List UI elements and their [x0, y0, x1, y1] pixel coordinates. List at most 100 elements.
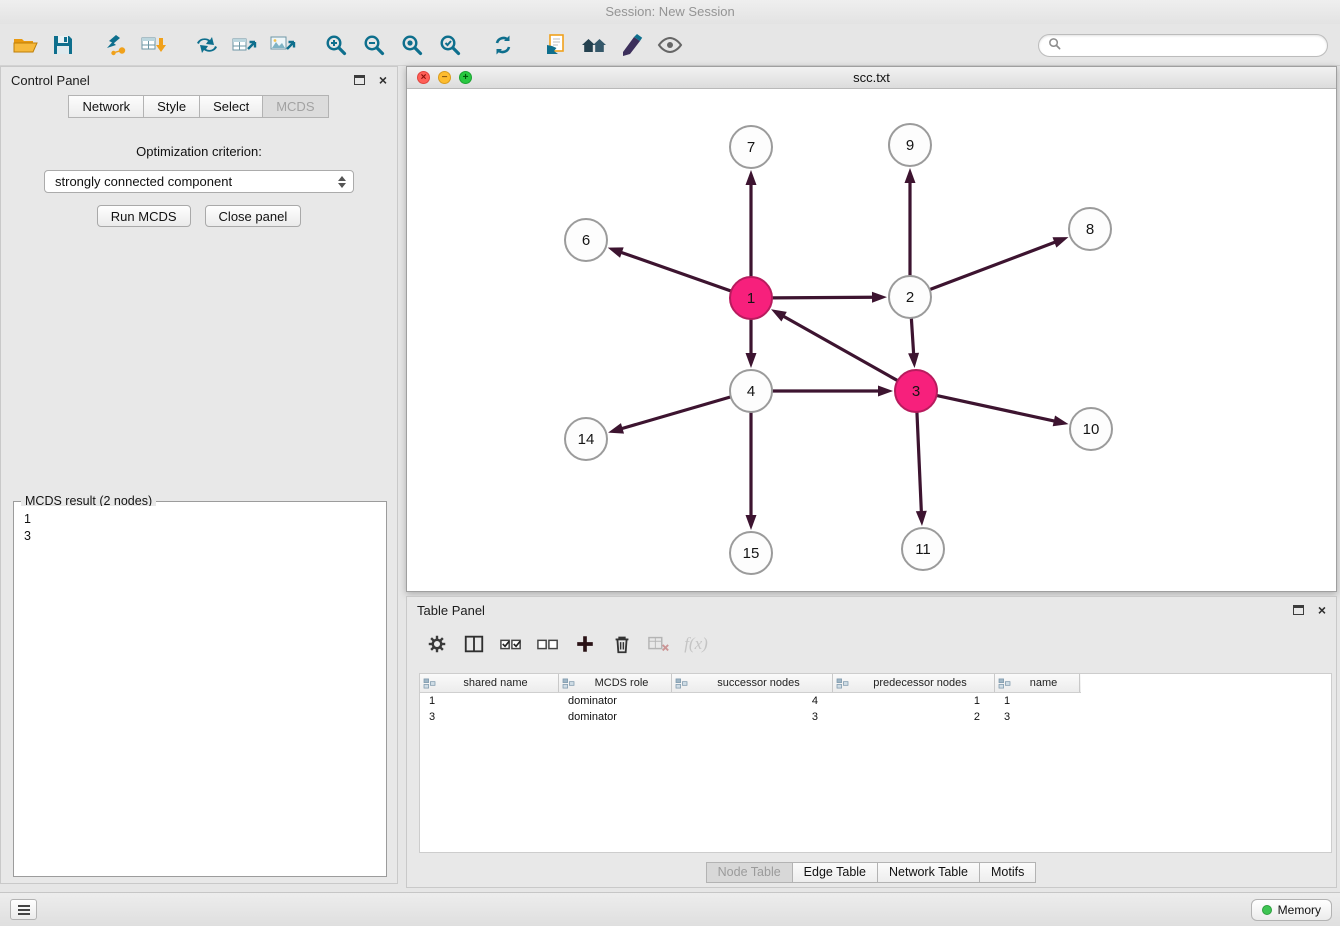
- panel-menu-button[interactable]: [10, 899, 37, 920]
- create-column-icon: [574, 633, 596, 655]
- import-table-icon: [140, 33, 168, 57]
- zoom-fit-icon: [400, 33, 424, 57]
- graph-edge-3-1[interactable]: [784, 317, 897, 381]
- open-session-button[interactable]: [6, 28, 44, 62]
- graph-node-label: 15: [743, 545, 760, 562]
- toolbar-search[interactable]: [1038, 34, 1328, 57]
- graph-edge-arrow-icon: [1053, 416, 1069, 427]
- zoom-fit-button[interactable]: [393, 28, 431, 62]
- home-view-button[interactable]: [575, 28, 613, 62]
- column-header-shared-name[interactable]: shared name: [420, 674, 559, 692]
- duplicate-network-button[interactable]: [537, 28, 575, 62]
- graph-edge-arrow-icon: [908, 353, 919, 368]
- main-toolbar: [0, 24, 1340, 66]
- close-panel-icon[interactable]: ×: [379, 73, 387, 87]
- table-row[interactable]: 3dominator323: [420, 709, 1331, 725]
- list-icon: [18, 905, 30, 915]
- close-panel-button[interactable]: Close panel: [205, 205, 302, 227]
- tab-style[interactable]: Style: [143, 95, 200, 118]
- cell-successor-nodes: 4: [672, 695, 833, 707]
- function-builder-icon: f(x): [684, 634, 708, 654]
- create-column-button[interactable]: [573, 631, 597, 657]
- column-header-predecessor-nodes[interactable]: predecessor nodes: [833, 674, 995, 692]
- tab-node-table[interactable]: Node Table: [706, 862, 793, 883]
- tab-mcds[interactable]: MCDS: [262, 95, 328, 118]
- graph-node-label: 2: [906, 289, 914, 306]
- control-panel: Control Panel × NetworkStyleSelectMCDS O…: [0, 66, 398, 884]
- graph-edge-arrow-icon: [608, 423, 624, 434]
- toggle-visibility-button[interactable]: [651, 28, 689, 62]
- import-network-button[interactable]: [97, 28, 135, 62]
- tab-edge-table[interactable]: Edge Table: [792, 862, 878, 883]
- save-session-icon: [51, 33, 75, 57]
- column-header-name[interactable]: name: [995, 674, 1080, 692]
- mcds-panel: Optimization criterion: strongly connect…: [1, 144, 397, 227]
- refresh-view-button[interactable]: [484, 28, 522, 62]
- result-line: 3: [24, 528, 376, 545]
- select-all-columns-button[interactable]: [499, 631, 523, 657]
- tab-network[interactable]: Network: [68, 95, 144, 118]
- column-header-mcds-role[interactable]: MCDS role: [559, 674, 672, 692]
- delete-columns-button[interactable]: [610, 631, 634, 657]
- column-gear-icon: [426, 633, 448, 655]
- tab-select[interactable]: Select: [199, 95, 263, 118]
- import-table-button[interactable]: [135, 28, 173, 62]
- unselect-all-columns-icon: [536, 633, 560, 655]
- save-session-button[interactable]: [44, 28, 82, 62]
- column-header-successor-nodes[interactable]: successor nodes: [672, 674, 833, 692]
- browse-columns-button[interactable]: [462, 631, 486, 657]
- import-network-icon: [103, 33, 129, 57]
- graph-node-label: 10: [1083, 421, 1100, 438]
- zoom-in-button[interactable]: [317, 28, 355, 62]
- table-panel-header: Table Panel ×: [407, 597, 1336, 623]
- shuffle-networks-icon: [194, 33, 220, 57]
- graph-edge-4-14[interactable]: [622, 397, 729, 428]
- close-table-panel-icon[interactable]: ×: [1318, 603, 1326, 617]
- graph-edge-2-3[interactable]: [911, 319, 913, 353]
- cell-predecessor-nodes: 2: [833, 711, 995, 723]
- tab-motifs[interactable]: Motifs: [979, 862, 1036, 883]
- network-graph[interactable]: 7968124314101511: [407, 89, 1336, 592]
- shuffle-networks-button[interactable]: [188, 28, 226, 62]
- network-window-titlebar[interactable]: × − + scc.txt: [407, 67, 1336, 89]
- run-mcds-button[interactable]: Run MCDS: [97, 205, 191, 227]
- search-input[interactable]: [1067, 39, 1318, 53]
- open-session-icon: [12, 33, 38, 57]
- column-gear-button[interactable]: [425, 631, 449, 657]
- graph-node-label: 9: [906, 137, 914, 154]
- graph-edge-2-8[interactable]: [931, 242, 1055, 289]
- cell-shared-name: 3: [420, 711, 559, 723]
- mcds-result-list[interactable]: 13: [17, 506, 383, 873]
- table-row[interactable]: 1dominator411: [420, 693, 1331, 709]
- window-minimize-button[interactable]: −: [438, 71, 451, 84]
- optimization-select[interactable]: strongly connected component: [44, 170, 354, 193]
- export-table-button[interactable]: [226, 28, 264, 62]
- zoom-out-button[interactable]: [355, 28, 393, 62]
- delete-table-icon: [647, 633, 671, 655]
- graph-edge-arrow-icon: [1053, 237, 1069, 247]
- float-panel-icon[interactable]: [354, 75, 365, 85]
- graph-edge-1-2[interactable]: [773, 297, 872, 298]
- float-table-panel-icon[interactable]: [1293, 605, 1304, 615]
- zoom-selected-button[interactable]: [431, 28, 469, 62]
- table-body: 1dominator4113dominator323: [420, 693, 1331, 725]
- window-close-button[interactable]: ×: [417, 71, 430, 84]
- graph-edge-3-11[interactable]: [917, 413, 921, 511]
- unselect-all-columns-button[interactable]: [536, 631, 560, 657]
- tab-network-table[interactable]: Network Table: [877, 862, 980, 883]
- network-window-title: scc.txt: [853, 70, 890, 85]
- titlebar: Session: New Session: [0, 0, 1340, 24]
- memory-button[interactable]: Memory: [1251, 899, 1332, 921]
- graph-edge-1-6[interactable]: [622, 253, 730, 291]
- column-sort-icon: [562, 678, 575, 689]
- graph-edge-arrow-icon: [771, 309, 787, 321]
- browse-columns-icon: [463, 633, 485, 655]
- export-table-icon: [231, 33, 259, 57]
- graph-edge-3-10[interactable]: [937, 396, 1053, 421]
- apply-style-button[interactable]: [613, 28, 651, 62]
- network-window: × − + scc.txt 7968124314101511: [406, 66, 1337, 592]
- optimization-value: strongly connected component: [55, 174, 338, 189]
- graph-edge-arrow-icon: [872, 292, 887, 303]
- window-zoom-button[interactable]: +: [459, 71, 472, 84]
- export-image-button[interactable]: [264, 28, 302, 62]
